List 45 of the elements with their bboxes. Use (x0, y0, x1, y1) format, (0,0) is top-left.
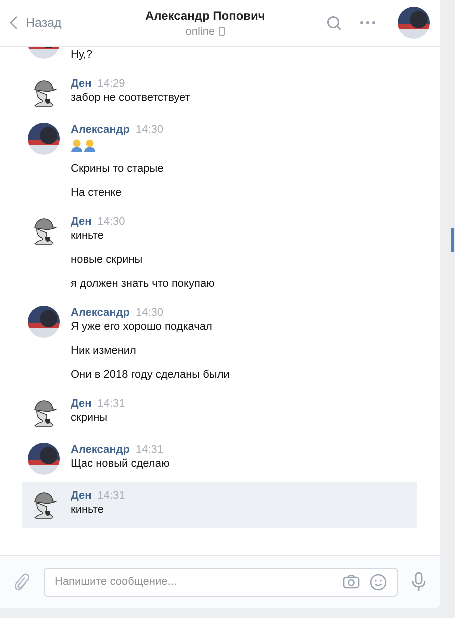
message-text: скрины (71, 411, 109, 426)
smiley-icon[interactable] (370, 574, 387, 590)
message-time: 14:31 (136, 444, 164, 456)
avatar-photo-placeholder[interactable] (28, 123, 60, 155)
message-text: Они в 2018 году сделаны были (71, 368, 230, 383)
chevron-left-icon[interactable] (10, 16, 18, 30)
message-text: Ник изменил (71, 344, 138, 359)
sender-name[interactable]: Ден (71, 216, 92, 228)
message-text: Я уже его хорошо подкачал (71, 320, 214, 335)
back-button[interactable]: Назад (10, 16, 62, 30)
search-icon[interactable] (327, 16, 342, 30)
message-text: Щас новый сделаю (71, 457, 170, 472)
message-time: 14:31 (98, 490, 126, 502)
chat-title: Александр Попович (145, 8, 266, 22)
avatar-photo-placeholder[interactable] (28, 306, 60, 338)
message-text: киньте (71, 503, 105, 518)
avatar-photo-placeholder[interactable] (28, 443, 60, 475)
sender-name[interactable]: Александр (71, 307, 130, 319)
message-text: забор не соответствует (71, 91, 190, 106)
message-input-field[interactable]: Напишите сообщение... (55, 576, 333, 588)
message-text: Скрины то старые (71, 162, 164, 177)
person-emoji-icon (84, 138, 96, 152)
message-time: 14:29 (98, 78, 126, 90)
camera-icon[interactable] (343, 575, 360, 589)
message-text: Ну,? (71, 48, 93, 63)
sender-name[interactable]: Ден (71, 398, 92, 410)
person-emoji-icon (71, 138, 83, 152)
online-status: online (186, 26, 216, 38)
message-input-box[interactable]: Напишите сообщение... (44, 568, 398, 596)
sender-name[interactable]: Александр (71, 444, 130, 456)
scroll-indicator (451, 228, 454, 252)
sender-name[interactable]: Александр (71, 124, 130, 136)
message-time: 14:31 (98, 398, 126, 410)
message-time: 14:30 (136, 307, 164, 319)
message-time: 14:30 (136, 124, 164, 136)
message-text: На стенке (71, 186, 123, 201)
avatar-photo-placeholder[interactable] (398, 7, 430, 39)
message-time: 14:30 (98, 216, 126, 228)
sender-name[interactable]: Ден (71, 490, 92, 502)
sender-name[interactable]: Ден (71, 78, 92, 90)
more-icon[interactable] (360, 21, 376, 25)
message-text: я должен знать что покупаю (71, 277, 215, 292)
message-text: новые скрины (71, 253, 144, 268)
message-text: киньте (71, 229, 105, 244)
phone-icon (219, 27, 226, 36)
